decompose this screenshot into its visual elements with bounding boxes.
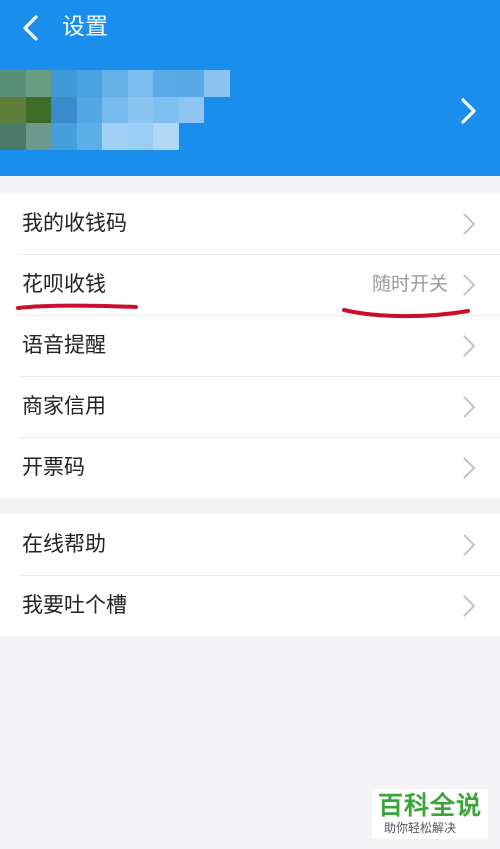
mosaic-cell xyxy=(127,70,154,97)
mosaic-cell xyxy=(178,123,205,150)
mosaic-cell xyxy=(102,70,128,97)
mosaic-cell xyxy=(127,96,154,124)
mosaic-cell xyxy=(102,96,128,124)
nav-bar: 设置 xyxy=(0,0,500,56)
mosaic-cell xyxy=(0,70,26,97)
mosaic-cell xyxy=(25,123,52,150)
annotation-underline-value xyxy=(342,308,470,319)
settings-row-invoice-code[interactable]: 开票码 xyxy=(0,437,500,498)
mosaic-cell xyxy=(127,123,154,150)
header-bar: 设置 xyxy=(0,0,500,176)
mosaic-cell xyxy=(76,96,103,124)
mosaic-cell xyxy=(153,123,179,150)
watermark-logo: 百科全说 助你轻松解决 xyxy=(372,789,488,839)
chevron-right-icon xyxy=(463,335,476,357)
watermark-title: 百科全说 xyxy=(378,791,483,820)
mosaic-cell xyxy=(204,70,230,97)
mosaic-cell xyxy=(51,96,77,124)
settings-row-feedback[interactable]: 我要吐个槽 xyxy=(0,575,500,636)
settings-group-main: 我的收钱码 花呗收钱 随时开关 语音提醒 商家信用 开票码 xyxy=(0,193,500,498)
back-button[interactable] xyxy=(14,10,50,46)
row-label: 语音提醒 xyxy=(22,333,106,357)
mosaic-cell xyxy=(25,96,52,124)
watermark-subtitle: 助你轻松解决 xyxy=(384,821,457,835)
back-arrow-icon xyxy=(23,15,38,41)
mosaic-cell xyxy=(153,96,179,124)
chevron-right-icon xyxy=(463,213,476,235)
mosaic-cell xyxy=(25,70,52,97)
chevron-right-icon xyxy=(463,274,476,296)
profile-entry[interactable] xyxy=(0,60,500,160)
chevron-right-icon xyxy=(463,396,476,418)
settings-row-merchant-credit[interactable]: 商家信用 xyxy=(0,376,500,437)
row-label: 在线帮助 xyxy=(22,532,106,556)
page-title: 设置 xyxy=(62,14,108,40)
annotation-underline-label xyxy=(16,303,138,310)
mosaic-cell xyxy=(153,70,179,97)
chevron-right-icon xyxy=(463,457,476,479)
mosaic-cell xyxy=(102,123,128,150)
mosaic-cell xyxy=(204,123,230,150)
chevron-right-icon xyxy=(461,98,476,124)
row-label: 花呗收钱 xyxy=(22,272,106,296)
blurred-avatar xyxy=(0,70,230,150)
settings-row-payment-code[interactable]: 我的收钱码 xyxy=(0,193,500,254)
settings-row-voice-alert[interactable]: 语音提醒 xyxy=(0,315,500,376)
mosaic-cell xyxy=(0,96,26,124)
row-label: 商家信用 xyxy=(22,394,106,418)
row-value: 随时开关 xyxy=(371,273,448,295)
mosaic-cell xyxy=(178,70,205,97)
mosaic-cell xyxy=(0,123,26,150)
mosaic-cell xyxy=(51,70,77,97)
settings-group-help: 在线帮助 我要吐个槽 xyxy=(0,514,500,636)
mosaic-cell xyxy=(178,96,205,124)
row-label: 我的收钱码 xyxy=(22,211,127,235)
mosaic-cell xyxy=(204,96,230,124)
mosaic-cell xyxy=(51,123,77,150)
row-label: 我要吐个槽 xyxy=(22,593,127,617)
chevron-right-icon xyxy=(463,534,476,556)
row-label: 开票码 xyxy=(22,455,85,479)
mosaic-cell xyxy=(76,123,103,150)
chevron-right-icon xyxy=(463,595,476,617)
settings-row-online-help[interactable]: 在线帮助 xyxy=(0,514,500,575)
mosaic-cell xyxy=(76,70,103,97)
